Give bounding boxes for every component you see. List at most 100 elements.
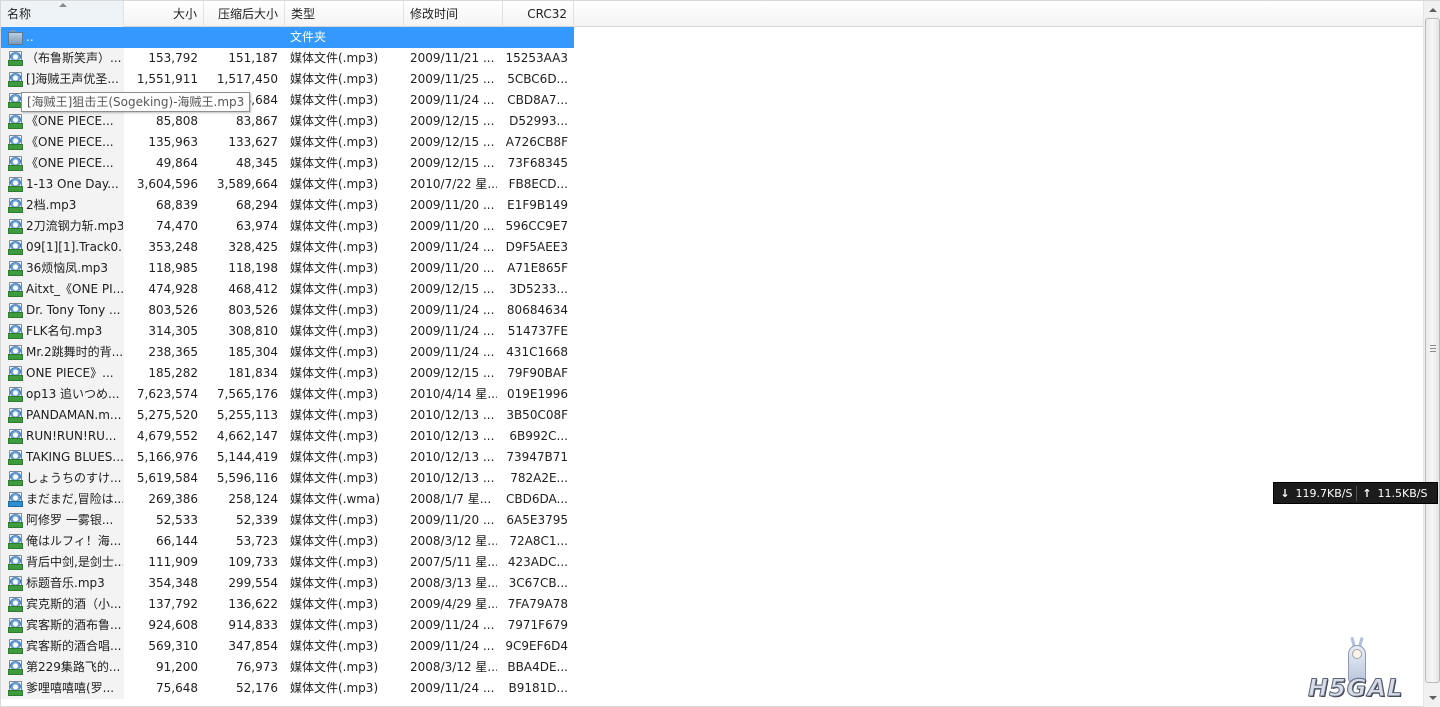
file-name: FLK名句.mp3 [26, 324, 103, 338]
file-row[interactable]: しょうちのすけ... 5,619,584 5,596,116 媒体文件(.mp3) 20… [1, 468, 574, 489]
file-row[interactable]: （布鲁斯笑声）... 153,792 151,187 媒体文件(.mp3) 2009/1… [1, 48, 574, 69]
column-header-name-label: 名称 [7, 7, 32, 21]
column-header-compressed-size[interactable]: 压缩后大小 [204, 1, 285, 27]
mp3-file-icon [8, 471, 23, 486]
file-type: 媒体文件(.wma) [290, 492, 381, 506]
file-row[interactable]: 2档.mp3 68,839 68,294 媒体文件(.mp3) 2009/11/20 .… [1, 195, 574, 216]
file-crc32: D9F5AEE3 [505, 240, 568, 254]
file-modified: 2009/11/24 ... [410, 93, 495, 107]
file-modified: 2009/12/15 ... [410, 366, 495, 380]
file-crc32: D52993... [509, 114, 568, 128]
file-type: 媒体文件(.mp3) [290, 324, 379, 338]
file-size: 74,470 [156, 219, 198, 233]
file-row[interactable]: ONE PIECE》... 185,282 181,834 媒体文件(.mp3) 200… [1, 363, 574, 384]
file-size: 85,808 [156, 114, 198, 128]
file-modified: 2009/11/24 ... [410, 681, 495, 695]
upload-speed-value: 11.5KB/S [1377, 487, 1428, 500]
file-row[interactable]: RUN!RUN!RU... 4,679,552 4,662,147 媒体文件(.mp3… [1, 426, 574, 447]
file-type: 媒体文件(.mp3) [290, 114, 379, 128]
scroll-thumb[interactable] [1425, 18, 1440, 683]
file-type: 媒体文件(.mp3) [290, 198, 379, 212]
file-type: 媒体文件(.mp3) [290, 51, 379, 65]
file-row[interactable]: Mr.2跳舞时的背... 238,365 185,304 媒体文件(.mp3) 2009… [1, 342, 574, 363]
file-type: 媒体文件(.mp3) [290, 429, 379, 443]
file-crc32: 596CC9E7 [505, 219, 568, 233]
mp3-file-icon [8, 177, 23, 192]
file-row[interactable]: 阿修罗 一雾银... 52,533 52,339 媒体文件(.mp3) 2009/11/… [1, 510, 574, 531]
file-size: 91,200 [156, 660, 198, 674]
file-size: 111,909 [148, 555, 198, 569]
file-size: 353,248 [148, 240, 198, 254]
file-row[interactable]: Dr. Tony Tony ... 803,526 803,526 媒体文件(.mp3… [1, 300, 574, 321]
file-modified: 2010/7/22 星... [410, 177, 497, 191]
file-name: []海贼王声优圣... [26, 72, 119, 86]
file-compressed-size: 803,526 [228, 303, 278, 317]
file-crc32: CBD6DA... [506, 492, 568, 506]
mp3-file-icon [8, 51, 23, 66]
file-row[interactable]: 《ONE PIECE... 49,864 48,345 媒体文件(.mp3) 2009/… [1, 153, 574, 174]
scroll-down-button[interactable] [1424, 690, 1440, 707]
file-name: 36烦恼凤.mp3 [26, 261, 109, 275]
file-size: 4,679,552 [136, 429, 198, 443]
file-row[interactable]: 宾客斯的酒布鲁... 924,608 914,833 媒体文件(.mp3) 2009/1… [1, 615, 574, 636]
file-type: 媒体文件(.mp3) [290, 513, 379, 527]
file-row[interactable]: FLK名句.mp3 314,305 308,810 媒体文件(.mp3) 2009/11… [1, 321, 574, 342]
mp3-file-icon [8, 156, 23, 171]
file-compressed-size: 68,294 [236, 198, 278, 212]
file-name: 俺はルフィ！海... [26, 534, 122, 548]
file-row[interactable]: 《ONE PIECE... 135,963 133,627 媒体文件(.mp3) 200… [1, 132, 574, 153]
file-row[interactable]: 宾客斯的酒合唱... 569,310 347,854 媒体文件(.mp3) 2009/1… [1, 636, 574, 657]
file-compressed-size: 347,854 [228, 639, 278, 653]
file-row[interactable]: 俺はルフィ！海... 66,144 53,723 媒体文件(.mp3) 2008/3/1… [1, 531, 574, 552]
file-row[interactable]: 《ONE PIECE... 85,808 83,867 媒体文件(.mp3) 2009/… [1, 111, 574, 132]
column-header-name[interactable]: 名称 [1, 1, 124, 27]
file-modified: 2009/11/20 ... [410, 198, 495, 212]
parent-folder-row[interactable]: .. 文件夹 [1, 27, 574, 48]
file-row[interactable]: []海贼王声优圣... 1,551,911 1,517,450 媒体文件(.mp3) 2… [1, 69, 574, 90]
file-size: 354,348 [148, 576, 198, 590]
vertical-scrollbar[interactable] [1423, 1, 1440, 707]
file-crc32: 431C1668 [506, 345, 568, 359]
file-compressed-size: 83,867 [236, 114, 278, 128]
scroll-grip-icon [1430, 345, 1436, 352]
mp3-file-icon [8, 639, 23, 654]
column-header-type[interactable]: 类型 [285, 1, 404, 27]
file-compressed-size: 53,723 [236, 534, 278, 548]
column-header-crc32[interactable]: CRC32 [503, 1, 574, 27]
scroll-up-button[interactable] [1424, 1, 1440, 18]
column-header-size[interactable]: 大小 [124, 1, 204, 27]
file-row[interactable]: op13 追いつめ... 7,623,574 7,565,176 媒体文件(.mp3)… [1, 384, 574, 405]
mp3-file-icon [8, 240, 23, 255]
folder-up-icon [8, 30, 23, 45]
file-row[interactable]: PANDAMAN.m... 5,275,520 5,255,113 媒体文件(.mp3… [1, 405, 574, 426]
file-crc32: 3B50C08F [506, 408, 568, 422]
file-row[interactable]: 09[1][1].Track0... 353,248 328,425 媒体文件(.mp… [1, 237, 574, 258]
file-row[interactable]: 背后中剑,是剑士... 111,909 109,733 媒体文件(.mp3) 2007/… [1, 552, 574, 573]
file-row[interactable]: TAKING BLUES... 5,166,976 5,144,419 媒体文件(.m… [1, 447, 574, 468]
file-row[interactable]: 爹哩嘻嘻嘻(罗... 75,648 52,176 媒体文件(.mp3) 2009/11/… [1, 678, 574, 699]
file-row[interactable]: 1-13 One Day... 3,604,596 3,589,664 媒体文件(.m… [1, 174, 574, 195]
file-crc32: BBA4DE... [507, 660, 568, 674]
file-row[interactable]: 宾克斯的酒（小... 137,792 136,622 媒体文件(.mp3) 2009/4… [1, 594, 574, 615]
download-speed: ↓ 119.7KB/S [1278, 483, 1352, 505]
file-compressed-size: 5,144,419 [216, 450, 278, 464]
file-name: 爹哩嘻嘻嘻(罗... [26, 681, 115, 695]
file-row[interactable]: まだまだ,冒险は... 269,386 258,124 媒体文件(.wma) 2008/… [1, 489, 574, 510]
file-modified: 2010/12/13 ... [410, 471, 495, 485]
file-crc32: 72A8C1... [509, 534, 568, 548]
file-size: 68,839 [156, 198, 198, 212]
file-compressed-size: 468,412 [228, 282, 278, 296]
file-row[interactable]: 2刀流钢力斩.mp3 74,470 63,974 媒体文件(.mp3) 2009/11/… [1, 216, 574, 237]
file-row[interactable]: 标题音乐.mp3 354,348 299,554 媒体文件(.mp3) 2008/3/1… [1, 573, 574, 594]
file-row[interactable]: 第229集路飞的... 91,200 76,973 媒体文件(.mp3) 2008/3/… [1, 657, 574, 678]
network-speed-widget[interactable]: ↓ 119.7KB/S ↑ 11.5KB/S [1273, 482, 1438, 504]
file-name: Mr.2跳舞时的背... [26, 345, 123, 359]
column-header-modified[interactable]: 修改时间 [404, 1, 503, 27]
file-row[interactable]: Aitxt_《ONE PI... 474,928 468,412 媒体文件(.mp3)… [1, 279, 574, 300]
file-compressed-size: 4,662,147 [216, 429, 278, 443]
file-crc32: 423ADC... [507, 555, 568, 569]
file-modified: 2009/11/24 ... [410, 345, 495, 359]
file-name: 阿修罗 一雾银... [26, 513, 114, 527]
file-row[interactable]: 36烦恼凤.mp3 118,985 118,198 媒体文件(.mp3) 2009/11… [1, 258, 574, 279]
file-name: 《ONE PIECE... [26, 135, 114, 149]
